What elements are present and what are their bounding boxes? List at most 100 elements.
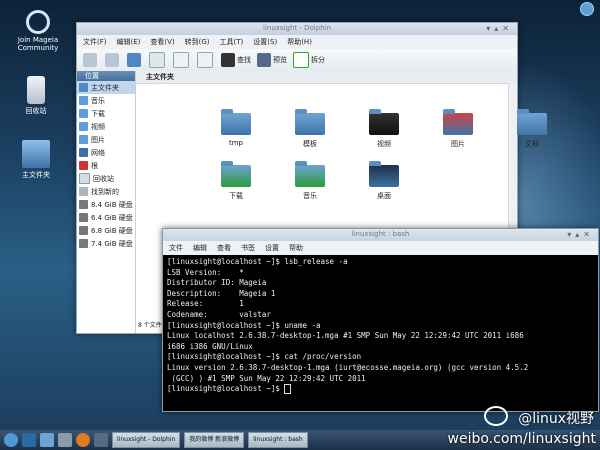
terminal-line: (GCC) ) #1 SMP Sun May 22 12:29:42 UTC 2… xyxy=(167,373,366,383)
menu-settings[interactable]: 设置 xyxy=(265,241,279,255)
watermark-url: weibo.com/linuxsight xyxy=(447,431,596,447)
place-label: 6.4 GiB 硬盘 xyxy=(91,213,133,222)
terminal-output[interactable]: [linuxsight@localhost ~]$ lsb_release -a… xyxy=(163,255,598,397)
columns-view-button[interactable] xyxy=(197,52,215,68)
find-button[interactable]: 查找 xyxy=(221,53,251,67)
trash-icon xyxy=(27,76,45,104)
menu-help[interactable]: 帮助 xyxy=(289,241,303,255)
place-label: 找到新的 xyxy=(91,187,119,196)
terminal-line: LSB Version: * xyxy=(167,267,244,277)
menu-settings[interactable]: 设置(S) xyxy=(253,35,277,49)
folder-item[interactable]: 下载 xyxy=(216,161,256,201)
desktop-folder-icon xyxy=(369,161,399,187)
settings-icon[interactable] xyxy=(58,433,72,447)
terminal-line: Description: Mageia 1 xyxy=(167,288,276,298)
place-label: 8.4 GiB 硬盘 xyxy=(91,200,133,209)
terminal-titlebar[interactable]: linuxsight : bash ▾▴✕ xyxy=(163,229,598,241)
place-disk-4[interactable]: 7.4 GiB 硬盘 xyxy=(77,237,135,250)
desktop-icon-community[interactable]: Join Mageia Community xyxy=(8,10,68,52)
window-controls[interactable]: ▾▴✕ xyxy=(567,230,594,239)
place-label: 图片 xyxy=(91,135,105,144)
app-menu-icon[interactable] xyxy=(4,433,18,447)
video-icon xyxy=(79,122,88,131)
desktop-icon-trash[interactable]: 回收站 xyxy=(6,76,66,116)
place-label: 音乐 xyxy=(91,96,105,105)
terminal-line: Codename: valstar xyxy=(167,309,271,319)
terminal-line: i686 i386 GNU/Linux xyxy=(167,341,253,351)
menu-help[interactable]: 帮助(H) xyxy=(287,35,312,49)
firefox-icon[interactable] xyxy=(76,433,90,447)
place-downloads[interactable]: 下载 xyxy=(77,107,135,120)
folder-label: 桌面 xyxy=(377,192,391,200)
terminal-prompt-line[interactable]: [linuxsight@localhost ~]$ xyxy=(167,384,594,395)
split-label: 拆分 xyxy=(311,56,325,64)
home-icon[interactable] xyxy=(40,433,54,447)
back-button[interactable] xyxy=(83,53,99,67)
menu-edit[interactable]: 编辑(E) xyxy=(117,35,141,49)
terminal-line: [linuxsight@localhost ~]$ lsb_release -a xyxy=(167,257,348,266)
place-disk-3[interactable]: 6.8 GiB 硬盘 xyxy=(77,224,135,237)
places-header: 位置 xyxy=(77,71,135,81)
menu-view[interactable]: 查看(V) xyxy=(150,35,174,49)
download-folder-icon xyxy=(221,161,251,187)
home-icon xyxy=(79,83,88,92)
folder-label: 音乐 xyxy=(303,192,317,200)
up-button[interactable] xyxy=(127,53,143,67)
place-pictures[interactable]: 图片 xyxy=(77,133,135,146)
split-button[interactable]: 拆分 xyxy=(293,52,325,68)
place-search[interactable]: 找到新的 xyxy=(77,185,135,198)
folder-item[interactable]: 桌面 xyxy=(364,161,404,201)
desktop-icon-home[interactable]: 主文件夹 xyxy=(6,140,66,180)
folder-item[interactable]: tmp xyxy=(216,109,256,147)
menu-file[interactable]: 文件(F) xyxy=(83,35,107,49)
menu-edit[interactable]: 编辑 xyxy=(193,241,207,255)
terminal-window[interactable]: linuxsight : bash ▾▴✕ 文件 编辑 查看 书签 设置 帮助 … xyxy=(162,228,599,412)
folder-label: 图片 xyxy=(451,140,465,148)
icons-view-button[interactable] xyxy=(149,52,167,68)
task-browser[interactable]: 我的微博 新浪微博 xyxy=(184,432,245,448)
folder-item[interactable]: 视频 xyxy=(364,109,404,149)
places-panel: 位置 主文件夹 音乐 下载 视频 图片 网络 根 回收站 找到新的 8.4 Gi… xyxy=(77,71,136,333)
place-home[interactable]: 主文件夹 xyxy=(77,81,135,94)
place-disk-2[interactable]: 6.4 GiB 硬盘 xyxy=(77,211,135,224)
network-icon xyxy=(79,148,88,157)
preview-button[interactable]: 预览 xyxy=(257,53,287,67)
preview-icon xyxy=(257,53,271,67)
place-music[interactable]: 音乐 xyxy=(77,94,135,107)
pictures-folder-icon xyxy=(443,109,473,135)
menu-go[interactable]: 转到(G) xyxy=(185,35,210,49)
root-folder-icon xyxy=(79,161,88,170)
place-trash[interactable]: 回收站 xyxy=(77,172,135,185)
folder-item[interactable]: 模板 xyxy=(290,109,330,149)
folder-item[interactable]: 文档 xyxy=(512,109,552,149)
menu-file[interactable]: 文件 xyxy=(169,241,183,255)
place-disk-1[interactable]: 8.4 GiB 硬盘 xyxy=(77,198,135,211)
place-network[interactable]: 网络 xyxy=(77,146,135,159)
folder-item[interactable]: 图片 xyxy=(438,109,478,149)
notification-icon[interactable] xyxy=(580,2,594,16)
dolphin-titlebar[interactable]: linuxsight - Dolphin ▾▴✕ xyxy=(77,23,517,35)
folder-label: 文档 xyxy=(525,140,539,148)
menu-tools[interactable]: 工具(T) xyxy=(220,35,244,49)
pager-icon[interactable] xyxy=(94,433,108,447)
split-icon xyxy=(293,52,309,68)
folder-label: tmp xyxy=(228,139,243,147)
menu-view[interactable]: 查看 xyxy=(217,241,231,255)
task-terminal[interactable]: linuxsight : bash xyxy=(248,432,308,448)
window-controls[interactable]: ▾▴✕ xyxy=(486,24,513,33)
place-videos[interactable]: 视频 xyxy=(77,120,135,133)
task-dolphin[interactable]: linuxsight - Dolphin xyxy=(112,432,181,448)
folder-item[interactable]: 音乐 xyxy=(290,161,330,201)
terminal-line: Distributor ID: Mageia xyxy=(167,278,267,288)
breadcrumb-home[interactable]: 主文件夹 xyxy=(146,73,174,81)
folder-icon xyxy=(295,109,325,135)
terminal-line: [linuxsight@localhost ~]$ uname -a xyxy=(167,320,321,330)
breadcrumb[interactable]: 主文件夹 xyxy=(136,71,517,84)
menu-bookmarks[interactable]: 书签 xyxy=(241,241,255,255)
place-label: 回收站 xyxy=(93,174,114,183)
forward-button[interactable] xyxy=(105,53,121,67)
watermark-handle: @linux视野 xyxy=(518,411,594,427)
place-root[interactable]: 根 xyxy=(77,159,135,172)
details-view-button[interactable] xyxy=(173,52,191,68)
desktop-icon[interactable] xyxy=(22,433,36,447)
